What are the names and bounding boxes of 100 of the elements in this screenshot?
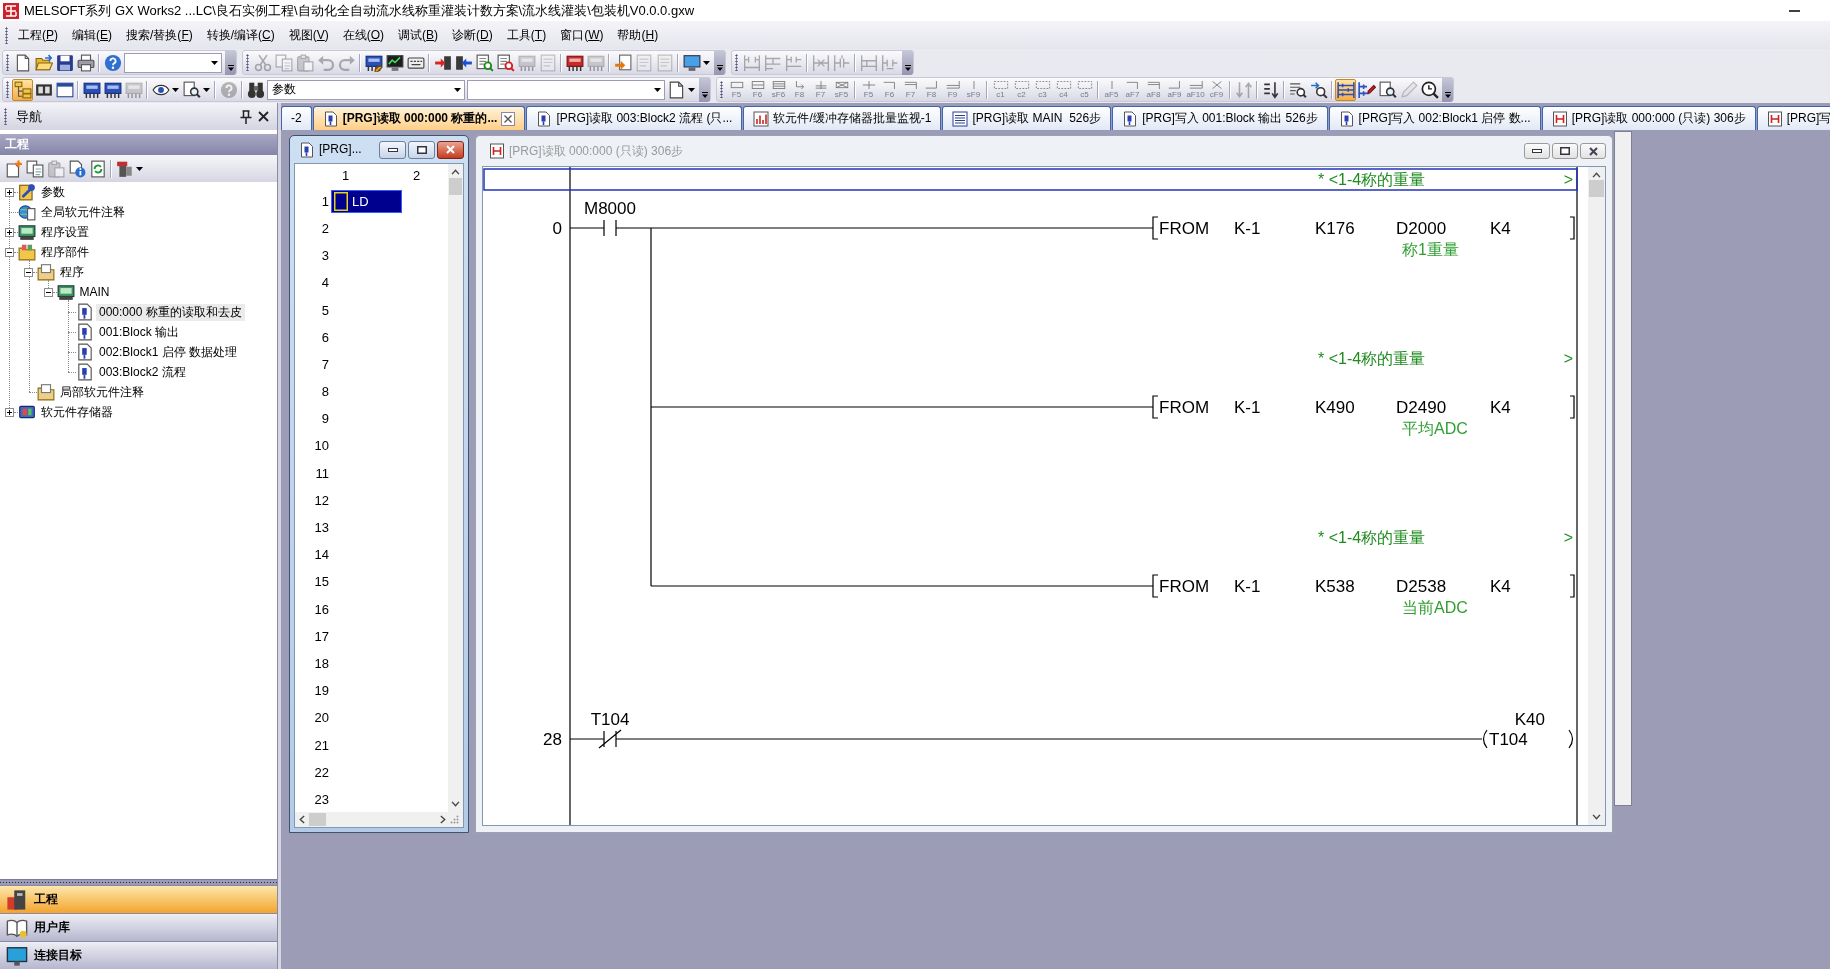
close-icon[interactable] (258, 111, 269, 122)
document-tab[interactable]: 软元件/缓冲存储器批量监视-1 (743, 106, 942, 130)
tree-item[interactable]: 000:000 称重的读取和去皮 (96, 303, 245, 321)
close-button[interactable] (437, 140, 464, 159)
tree-item[interactable]: 003:Block2 流程 (96, 363, 189, 381)
caret-icon[interactable] (172, 87, 179, 92)
pin-icon[interactable] (240, 109, 252, 124)
menu-item[interactable]: 调试(B) (391, 25, 446, 45)
scroll-right-icon[interactable] (440, 815, 446, 824)
vertical-scrollbar[interactable] (1588, 167, 1605, 825)
close-icon[interactable] (1588, 146, 1598, 156)
minimize-button[interactable] (379, 140, 406, 159)
dropdown-arrow-icon[interactable] (454, 87, 461, 92)
menu-item[interactable]: 工程(P) (11, 25, 65, 45)
dropdown-arrow-icon[interactable] (211, 60, 218, 65)
expand-icon[interactable] (4, 407, 14, 417)
menu-item[interactable]: 编辑(E) (65, 25, 120, 45)
menu-item[interactable]: 在线(O) (335, 25, 392, 45)
resize-grip-icon[interactable] (450, 815, 459, 824)
menu-item[interactable]: 诊断(D) (445, 25, 500, 45)
horizontal-scrollbar[interactable] (295, 812, 463, 827)
stacked-blocks-icon[interactable] (116, 159, 134, 178)
minimize-icon[interactable] (1532, 149, 1542, 153)
toolbar-grip[interactable] (246, 54, 249, 71)
document-tab[interactable]: [PRG]读取 000:000 称重的... (312, 106, 526, 130)
navigation-button[interactable]: 连接目标 (0, 941, 277, 969)
tree-item[interactable]: 程序 (57, 263, 87, 281)
document-search-button[interactable] (181, 78, 212, 101)
toolbar-grip[interactable] (735, 54, 738, 71)
vertical-scrollbar[interactable] (448, 164, 463, 812)
document-tab[interactable]: -2 (281, 106, 312, 130)
dropdown-field[interactable]: 参数 (267, 79, 465, 100)
expand-icon[interactable] (4, 187, 14, 197)
document-tab[interactable]: [PRG]写入 002:Block1 启停 数... (1328, 106, 1541, 130)
toolbar-options-button[interactable] (1442, 77, 1453, 102)
menu-item[interactable]: 转换/编译(C) (199, 25, 282, 45)
menu-item[interactable]: 搜索/替换(F) (119, 25, 200, 45)
tree-item[interactable]: 软元件存储器 (37, 403, 116, 421)
scroll-left-icon[interactable] (299, 815, 305, 824)
restore-button[interactable] (408, 140, 435, 159)
minimize-icon[interactable] (1789, 9, 1800, 12)
scroll-down-icon[interactable] (451, 801, 460, 807)
toolbar-grip[interactable] (6, 54, 9, 71)
caret-icon[interactable] (703, 60, 710, 65)
expand-icon[interactable] (4, 227, 14, 237)
dropdown-field[interactable] (124, 52, 222, 73)
document-tab[interactable]: [PRG]写入 001:Block 输出 526步 (1112, 106, 1328, 130)
scroll-up-icon[interactable] (451, 169, 460, 175)
minimize-icon[interactable] (387, 147, 398, 152)
dropdown-arrow-icon[interactable] (654, 87, 661, 92)
caret-icon[interactable] (688, 87, 695, 92)
toolbar-options-button[interactable] (225, 50, 236, 75)
collapse-icon[interactable] (43, 287, 53, 297)
chevron-down-icon[interactable] (716, 65, 723, 71)
toolbar-options-button[interactable] (699, 77, 710, 102)
document-tab[interactable]: [PRG]读取 MAIN 526步 (942, 106, 1112, 130)
toolbar-options-button[interactable] (714, 50, 725, 75)
menu-item[interactable]: 窗口(W) (553, 25, 611, 45)
chevron-down-icon[interactable] (701, 92, 708, 98)
tree-item[interactable]: 程序设置 (37, 223, 92, 241)
computer-monitor-icon[interactable] (683, 53, 701, 72)
tree-item[interactable]: 001:Block 输出 (96, 323, 183, 341)
tree-item[interactable]: 程序部件 (37, 243, 92, 261)
document-tab[interactable]: [PRG]读取 003:Block2 流程 (只... (526, 106, 743, 130)
menu-item[interactable]: 工具(T) (499, 25, 554, 45)
caret-icon[interactable] (136, 166, 143, 171)
chevron-down-icon[interactable] (904, 65, 911, 71)
restore-button[interactable] (1552, 143, 1578, 159)
navigation-button[interactable]: 工程 (0, 885, 277, 913)
minimize-button[interactable] (1524, 143, 1550, 159)
toolbar-grip[interactable] (5, 26, 8, 44)
chevron-down-icon[interactable] (227, 65, 234, 71)
document-tab[interactable]: [PRG]写 (1756, 106, 1830, 130)
collapse-icon[interactable] (4, 247, 14, 257)
tree-item[interactable]: 参数 (37, 183, 68, 201)
scrollbar-thumb[interactable] (449, 178, 462, 195)
dropdown-field[interactable] (467, 79, 665, 100)
scrollbar-thumb[interactable] (1589, 180, 1604, 197)
tree-item[interactable]: 局部软元件注释 (57, 383, 147, 401)
close-button[interactable] (1580, 143, 1606, 159)
caret-icon[interactable] (203, 87, 210, 92)
document-search-icon[interactable] (183, 80, 201, 99)
page-icon[interactable] (668, 80, 686, 99)
menu-item[interactable]: 帮助(H) (610, 25, 666, 45)
tree-item[interactable]: MAIN (76, 283, 113, 301)
toolbar-grip[interactable] (4, 108, 7, 125)
toolbar-grip[interactable] (720, 81, 723, 98)
toolbar-options-button[interactable] (902, 50, 913, 75)
tree-item[interactable]: 002:Block1 启停 数据处理 (96, 343, 241, 361)
restore-icon[interactable] (416, 145, 427, 154)
menu-item[interactable]: 视图(V) (281, 25, 336, 45)
scrollbar-thumb[interactable] (309, 813, 326, 826)
splitter-bar[interactable] (0, 879, 277, 885)
instruction-cell[interactable]: LD (331, 190, 402, 214)
restore-icon[interactable] (1560, 147, 1570, 155)
navigation-button[interactable]: 用户库 (0, 913, 277, 941)
tree-item[interactable]: 全局软元件注释 (37, 203, 128, 221)
collapse-icon[interactable] (24, 267, 33, 277)
scroll-down-icon[interactable] (1592, 814, 1601, 820)
close-icon[interactable] (501, 111, 516, 126)
